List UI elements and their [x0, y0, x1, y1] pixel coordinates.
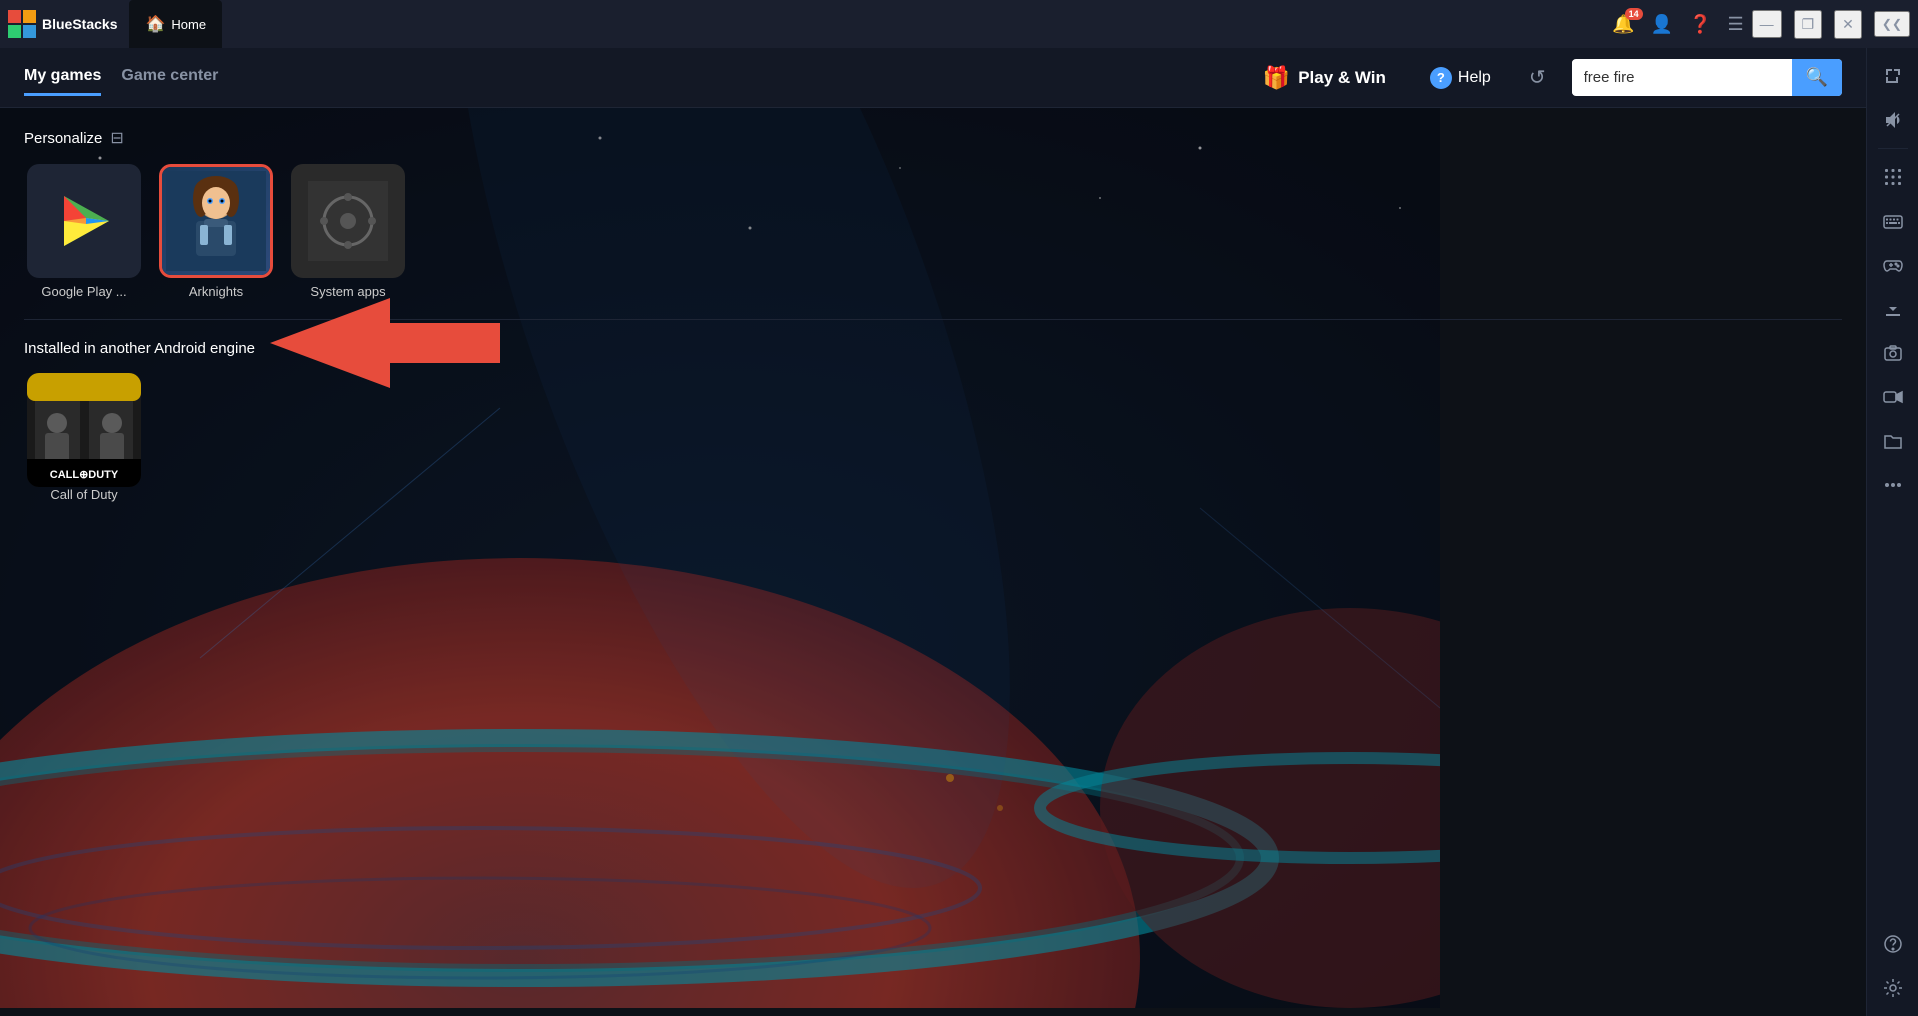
folder-button[interactable]	[1873, 421, 1913, 461]
home-tab-label: Home	[171, 17, 206, 32]
personalize-icon[interactable]: ⊟	[110, 128, 123, 148]
svg-text:CALL⊕DUTY: CALL⊕DUTY	[50, 469, 119, 481]
sidebar-divider-1	[1878, 148, 1908, 149]
keyboard-button[interactable]	[1873, 201, 1913, 241]
refresh-button[interactable]: ↺	[1523, 59, 1552, 96]
settings-button[interactable]	[1873, 968, 1913, 1008]
game-card-google-play[interactable]: Google Play ...	[24, 164, 144, 299]
gamepad-button[interactable]	[1873, 245, 1913, 285]
play-win-button[interactable]: 🎁 Play & Win	[1251, 59, 1398, 97]
video-button[interactable]	[1873, 377, 1913, 417]
section-divider	[24, 319, 1842, 320]
play-win-label: Play & Win	[1298, 68, 1386, 88]
arknights-label: Arknights	[189, 284, 243, 299]
toolbar: My games Game center 🎁 Play & Win ? Help…	[0, 48, 1866, 108]
account-icon[interactable]: 👤	[1651, 14, 1673, 35]
personalize-row: Personalize ⊟	[24, 128, 1842, 148]
content-area: My games Game center 🎁 Play & Win ? Help…	[0, 48, 1866, 1016]
more-button[interactable]	[1873, 465, 1913, 505]
window-controls: — ❐ ✕ ❮❮	[1752, 10, 1910, 39]
dotgrid-button[interactable]	[1873, 157, 1913, 197]
arknights-icon	[159, 164, 273, 278]
cod-label: Call of Duty	[50, 487, 117, 502]
help-button[interactable]: ? Help	[1418, 61, 1503, 95]
games-grid: Google Play ...	[24, 164, 1842, 299]
home-icon: 🏠	[145, 14, 165, 34]
close-button[interactable]: ✕	[1834, 10, 1862, 39]
game-card-system-apps[interactable]: System apps	[288, 164, 408, 299]
notification-icon[interactable]: 🔔 14	[1612, 14, 1634, 35]
help-sidebar-button[interactable]	[1873, 924, 1913, 964]
titlebar-icons: 🔔 14 👤 ❓ ☰	[1612, 14, 1743, 35]
right-sidebar	[1866, 48, 1918, 1016]
main-layout: My games Game center 🎁 Play & Win ? Help…	[0, 48, 1918, 1016]
google-play-icon	[27, 164, 141, 278]
tab-game-center[interactable]: Game center	[121, 59, 218, 96]
game-card-arknights[interactable]: Arknights	[156, 164, 276, 299]
titlebar: BlueStacks 🏠 Home 🔔 14 👤 ❓ ☰ — ❐ ✕ ❮❮	[0, 0, 1918, 48]
volume-button[interactable]	[1873, 100, 1913, 140]
installed-section-title: Installed in another Android engine	[24, 340, 1842, 357]
gift-icon: 🎁	[1263, 65, 1290, 91]
notification-badge: 14	[1625, 8, 1643, 20]
bluestacks-logo-icon	[8, 10, 36, 38]
search-input[interactable]	[1572, 61, 1792, 94]
game-card-cod[interactable]: CALL⊕DUTY Call of Duty	[24, 373, 144, 502]
help-label: Help	[1458, 69, 1491, 87]
expand-button[interactable]	[1873, 56, 1913, 96]
page-content: Personalize ⊟	[0, 108, 1866, 1016]
help-circle-icon[interactable]: ❓	[1689, 14, 1711, 35]
personalize-label: Personalize	[24, 130, 102, 147]
system-apps-label: System apps	[310, 284, 385, 299]
tab-my-games[interactable]: My games	[24, 59, 101, 96]
minimize-button[interactable]: —	[1752, 10, 1782, 38]
cod-icon: CALL⊕DUTY	[27, 373, 141, 487]
home-tab[interactable]: 🏠 Home	[129, 0, 222, 48]
other-games-grid: CALL⊕DUTY Call of Duty	[24, 373, 1842, 502]
screenshot-button[interactable]	[1873, 333, 1913, 373]
app-name-label: BlueStacks	[42, 16, 117, 32]
help-icon: ?	[1430, 67, 1452, 89]
search-box: 🔍	[1572, 59, 1842, 96]
search-button[interactable]: 🔍	[1792, 59, 1842, 96]
apk-button[interactable]	[1873, 289, 1913, 329]
google-play-label: Google Play ...	[41, 284, 126, 299]
system-apps-icon	[291, 164, 405, 278]
logo-area: BlueStacks	[8, 10, 117, 38]
collapse-sidebar-button[interactable]: ❮❮	[1874, 11, 1910, 37]
menu-icon[interactable]: ☰	[1727, 14, 1743, 35]
restore-button[interactable]: ❐	[1794, 10, 1823, 39]
